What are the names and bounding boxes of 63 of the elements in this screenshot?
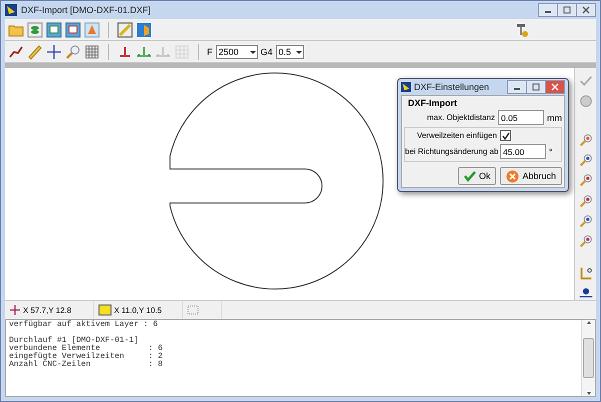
maximize-icon xyxy=(563,6,571,14)
pencil-icon[interactable] xyxy=(117,22,133,38)
scrollbar[interactable] xyxy=(581,320,595,396)
up-arrow-icon[interactable] xyxy=(586,320,592,326)
app-icon xyxy=(401,82,411,92)
field-label: bei Richtungsänderung ab xyxy=(405,147,497,156)
maximize-icon xyxy=(532,83,540,91)
polyline-icon[interactable] xyxy=(8,44,24,60)
unit-label: mm xyxy=(547,112,562,122)
zoom-icon[interactable] xyxy=(578,153,594,168)
zoom-icon[interactable] xyxy=(578,132,594,148)
close-icon xyxy=(582,6,590,14)
ok-button[interactable]: Ok xyxy=(458,167,496,185)
log-line: eingefügte Verweilzeiten : 2 xyxy=(9,353,164,361)
zoom-icon[interactable] xyxy=(578,173,594,188)
cancel-icon xyxy=(506,170,520,182)
close-button[interactable] xyxy=(576,3,596,17)
down-arrow-icon[interactable] xyxy=(586,390,592,396)
unit-label: ° xyxy=(549,146,553,156)
check-icon xyxy=(464,170,476,182)
log-line: Anzahl CNC-Zeilen : 8 xyxy=(9,361,164,369)
window-icon[interactable] xyxy=(65,22,81,38)
layers-icon[interactable] xyxy=(27,22,43,38)
shapes-icon[interactable] xyxy=(84,22,100,38)
log-line: Durchlauf #1 [DMO-DXF-01-1] xyxy=(9,337,140,345)
measure-icon[interactable] xyxy=(578,286,594,300)
dialog-title: DXF-Einstellungen xyxy=(414,82,490,92)
dwell-dropdown[interactable]: 0.5 xyxy=(276,44,304,58)
origin-coordinates: X 11.0,Y 10.5 xyxy=(114,306,162,314)
app-icon xyxy=(5,4,17,16)
zoom-icon[interactable] xyxy=(578,214,594,228)
cursor-coordinates: X 57.7,Y 12.8 xyxy=(23,306,72,314)
cancel-button[interactable]: Abbruch xyxy=(500,167,562,185)
angle-icon[interactable] xyxy=(578,266,594,280)
close-button[interactable] xyxy=(545,80,565,94)
close-icon xyxy=(551,83,559,91)
grid-icon xyxy=(187,305,199,315)
zoom-icon[interactable] xyxy=(578,234,594,248)
cube-icon[interactable] xyxy=(136,22,152,38)
window-icon[interactable] xyxy=(46,22,62,38)
dwell-label: G4 xyxy=(260,46,273,56)
zoom-icon[interactable] xyxy=(578,194,594,208)
maximize-button[interactable] xyxy=(557,3,577,17)
crosshair-icon xyxy=(9,304,21,316)
check-icon[interactable] xyxy=(578,74,594,88)
field-label: max. Objektdistanz xyxy=(426,113,495,122)
minimize-button[interactable] xyxy=(538,3,558,17)
machine-icon[interactable] xyxy=(514,22,530,38)
angle-field[interactable]: 45.00 xyxy=(500,144,546,159)
distance-field[interactable]: 0.05 xyxy=(498,110,544,125)
feed-label: F xyxy=(207,46,212,56)
origin-icon xyxy=(98,304,112,316)
section-heading: DXF-Import xyxy=(407,98,458,108)
crosshair-icon[interactable] xyxy=(46,44,62,60)
window-title: DXF-Import [DMO-DXF-01.DXF] xyxy=(21,5,151,15)
log-line: verfügbar auf aktivem Layer : 6 xyxy=(9,321,159,329)
maximize-button[interactable] xyxy=(526,80,546,94)
grid-icon[interactable] xyxy=(84,44,100,60)
minimize-button[interactable] xyxy=(507,80,527,94)
checkbox-label: Verweilzeiten einfügen xyxy=(416,131,497,140)
feed-dropdown[interactable]: 2500 xyxy=(216,44,258,58)
log-line: verbundene Elemente : 6 xyxy=(9,345,164,353)
dwell-checkbox[interactable] xyxy=(500,130,511,141)
